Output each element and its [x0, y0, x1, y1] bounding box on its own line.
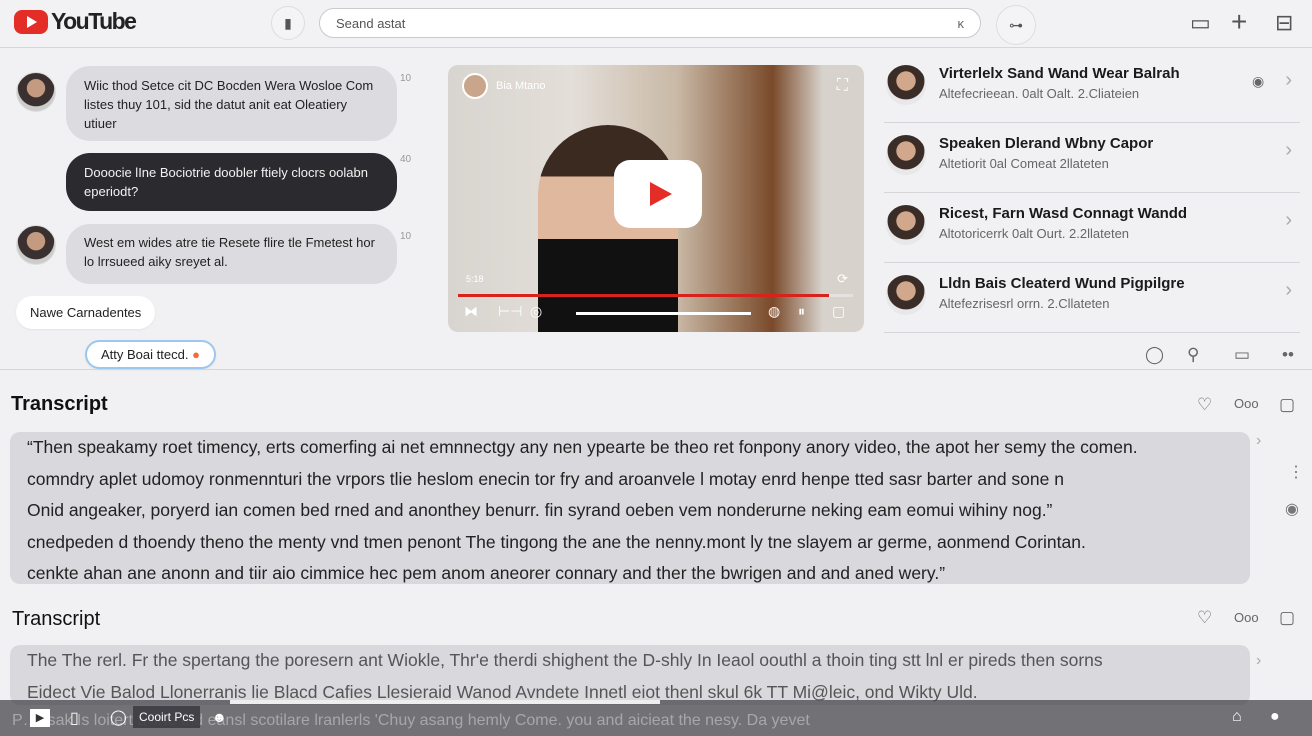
- transcript-box: The The rerl. Fr the spertang the porese…: [10, 645, 1250, 705]
- video-frame-person: [538, 125, 678, 332]
- plus-icon[interactable]: +: [1231, 6, 1247, 38]
- related-title: Speaken Dlerand Wbny Capor: [939, 135, 1154, 152]
- loop-icon[interactable]: ◯: [110, 708, 127, 726]
- cast-icon[interactable]: ▭: [1190, 10, 1211, 36]
- kebab-icon[interactable]: ⋮: [1288, 462, 1304, 482]
- home-icon[interactable]: ⌂: [1232, 708, 1242, 726]
- loop-icon[interactable]: ⟳: [837, 271, 848, 287]
- speed-icon[interactable]: ◎: [530, 303, 542, 320]
- copy-icon[interactable]: ▢: [1279, 395, 1295, 415]
- related-subtitle: Altotoricerrk 0alt Ourt. 2.2llateten: [939, 226, 1130, 241]
- related-title: Lldn Bais Cleaterd Wund Pigpilgre: [939, 275, 1185, 292]
- captions-icon[interactable]: ◍: [768, 303, 780, 320]
- chevron-right-icon[interactable]: ›: [1256, 432, 1261, 450]
- chat-icon[interactable]: ◯: [1145, 345, 1164, 365]
- chat-message: Wiic thod Setce cit DC Bocden Wera Woslo…: [66, 66, 397, 141]
- play-button[interactable]: [614, 160, 702, 228]
- reply-chip[interactable]: Atty Boai ttecd. ●: [85, 340, 216, 369]
- transcript-line: The The rerl. Fr the spertang the porese…: [27, 650, 1103, 670]
- related-title: Virterlelx Sand Wand Wear Balrah: [939, 65, 1180, 82]
- related-video-item[interactable]: Speaken Dlerand Wbny Capor Altetiorit 0al…: [884, 123, 1300, 193]
- scrubber[interactable]: [230, 700, 660, 704]
- chat-bubble-icon[interactable]: ●: [1270, 708, 1280, 726]
- channel-avatar[interactable]: [462, 73, 488, 99]
- message-time: 10: [400, 73, 412, 84]
- chat-message: West em wides atre tie Resete flire tle …: [66, 224, 397, 284]
- options-icon[interactable]: Ooo: [1234, 610, 1259, 625]
- skip-icon[interactable]: ⊢⊣: [498, 303, 522, 320]
- chevron-right-icon[interactable]: ›: [1285, 209, 1292, 232]
- chevron-right-icon[interactable]: ›: [1256, 652, 1261, 670]
- like-icon[interactable]: ♡: [1197, 608, 1212, 628]
- avatar: [886, 205, 926, 245]
- video-time: 5:18: [466, 274, 484, 284]
- related-video-item[interactable]: Ricest, Farn Wasd Connagt Wandd Altotoric…: [884, 193, 1300, 263]
- volume-slider[interactable]: [576, 312, 751, 315]
- chevron-right-icon[interactable]: ›: [1285, 279, 1292, 302]
- fullscreen-icon[interactable]: ⛶: [837, 77, 848, 95]
- transcript-line: Onid angeaker, poryerd ian comen bed rne…: [27, 500, 1053, 520]
- key-icon[interactable]: ⊶: [996, 5, 1036, 45]
- bowtie-icon[interactable]: ⧓: [464, 303, 478, 320]
- search-input[interactable]: Seand astat ᴋ: [319, 8, 981, 38]
- settings-dot-icon[interactable]: ◉: [1252, 73, 1264, 90]
- top-bar: YouTube ▮ Seand astat ᴋ ⊶ ▭ + ⊟: [0, 0, 1312, 48]
- like-icon[interactable]: ♡: [1197, 395, 1212, 415]
- chevron-right-icon[interactable]: ›: [1285, 69, 1292, 92]
- mic-icon[interactable]: ▮: [271, 6, 305, 40]
- more-icon[interactable]: ••: [1282, 345, 1294, 365]
- related-subtitle: Altefezrisesrl orrn. 2.Cllateten: [939, 296, 1110, 311]
- play-icon[interactable]: ▶: [30, 709, 50, 727]
- frame-icon[interactable]: ▯: [70, 708, 79, 728]
- clear-search-icon[interactable]: ᴋ: [958, 16, 965, 31]
- chat-message: Dooocie lIne Bociotrie doobler ftiely cl…: [66, 153, 397, 211]
- transcript-line: comndry aplet udomoy ronmennturi the vrp…: [27, 468, 1064, 489]
- record-icon[interactable]: ◉: [1285, 499, 1299, 519]
- transcript-box: “Then speakamy roet timency, erts comerf…: [10, 432, 1250, 584]
- comments-count[interactable]: Cooirt Pcs: [133, 706, 201, 728]
- layout-icon[interactable]: ⊟: [1275, 10, 1293, 36]
- related-video-item[interactable]: Virterlelx Sand Wand Wear Balrah Altefecr…: [884, 53, 1300, 123]
- avatar: [886, 275, 926, 315]
- message-time: 40: [400, 154, 412, 165]
- related-subtitle: Altefecrieean. 0alt Oalt. 2.Cliateien: [939, 86, 1140, 101]
- video-player[interactable]: Bia Mtano ⛶ 5:18 ⟳ ⧓ ⊢⊣ ◎ ◍ ⏸ ▢: [448, 65, 864, 332]
- chevron-right-icon[interactable]: ›: [1285, 139, 1292, 162]
- avatar: [886, 65, 926, 105]
- related-subtitle: Altetiorit 0al Comeat 2llateten: [939, 156, 1109, 171]
- channel-name: Bia Mtano: [496, 80, 546, 92]
- divider: [0, 369, 1312, 370]
- new-comments-button[interactable]: Nawe Carnadentes: [16, 296, 156, 329]
- miniplayer-icon[interactable]: ▢: [832, 303, 845, 320]
- message-time: 10: [400, 231, 412, 242]
- progress-bar[interactable]: [458, 294, 853, 297]
- youtube-play-icon: [14, 9, 48, 34]
- transcript-line: “Then speakamy roet timency, erts comerf…: [27, 437, 1138, 457]
- transcript-title: Transcript: [11, 393, 108, 415]
- options-icon[interactable]: Ooo: [1234, 396, 1259, 411]
- youtube-logo[interactable]: YouTube: [14, 8, 137, 35]
- pause-icon[interactable]: ⏸: [798, 303, 805, 320]
- bottom-player-bar: P… :sak Is loitert a lirte thd eansl sco…: [0, 700, 1312, 736]
- transcript-line: cenkte ahan ane anonn and tiir aio cimmi…: [27, 563, 946, 583]
- emoji-icon[interactable]: ☻: [212, 709, 227, 725]
- tv-icon[interactable]: ▭: [1234, 345, 1250, 365]
- avatar: [886, 135, 926, 175]
- record-icon: ●: [192, 347, 200, 362]
- avatar[interactable]: [16, 225, 56, 265]
- transcript-title: Transcript: [12, 608, 101, 630]
- overlay-caption: P… :sak Is loitert a lirte thd eansl sco…: [12, 712, 810, 729]
- related-video-item[interactable]: Lldn Bais Cleaterd Wund Pigpilgre Altefez…: [884, 263, 1300, 333]
- progress-fill: [458, 294, 830, 297]
- search-icon[interactable]: ⚲: [1187, 345, 1199, 365]
- copy-icon[interactable]: ▢: [1279, 608, 1295, 628]
- transcript-line: cnedpeden d thoendy theno the menty vnd …: [27, 531, 1086, 552]
- related-title: Ricest, Farn Wasd Connagt Wandd: [939, 205, 1188, 222]
- avatar[interactable]: [16, 72, 56, 112]
